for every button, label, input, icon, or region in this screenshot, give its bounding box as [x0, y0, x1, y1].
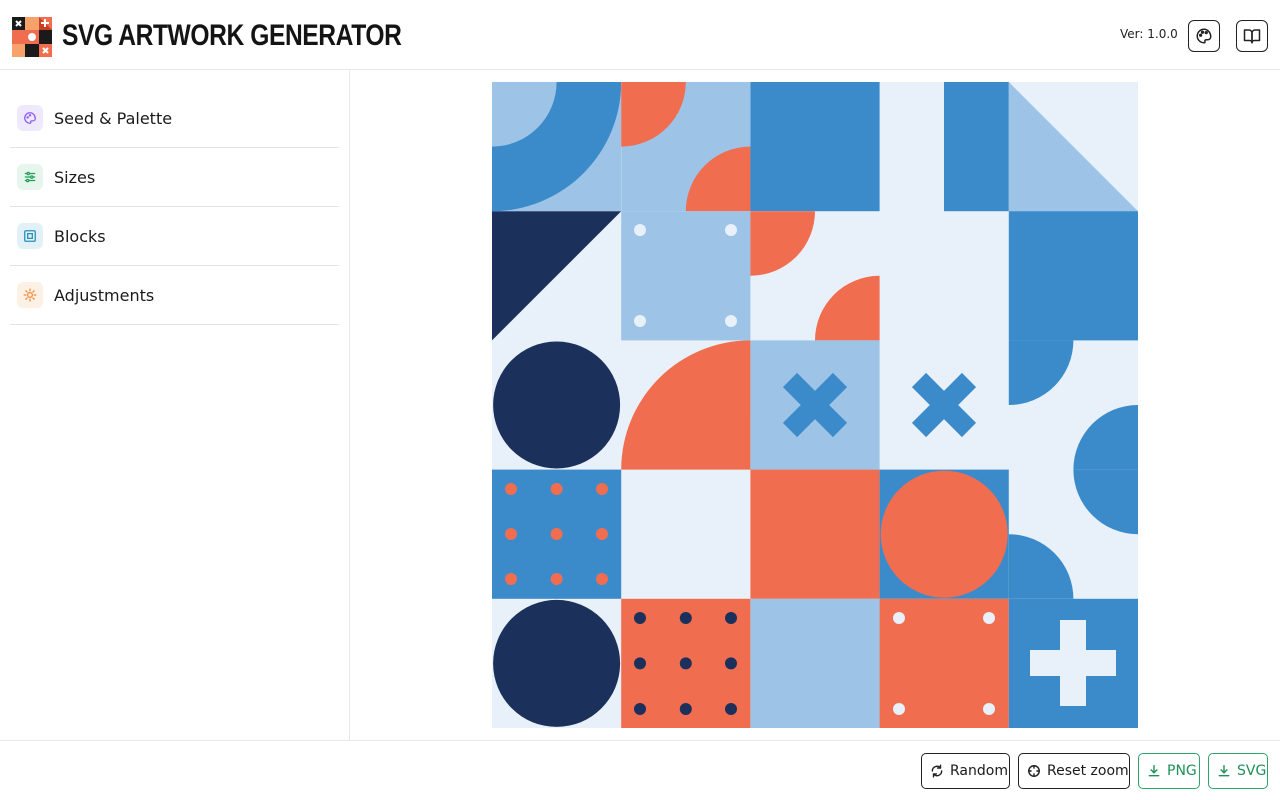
sidebar: Seed & Palette Sizes Blocks Adjustments: [0, 70, 350, 740]
block-blue-square: [1008, 211, 1138, 341]
block-navy-circle: [493, 341, 621, 469]
sidebar-item-label: Sizes: [54, 167, 96, 187]
download-png-button[interactable]: PNG: [1138, 753, 1200, 789]
block-blue-square: [750, 82, 880, 212]
block-quarter-rings: [492, 82, 622, 212]
palette-button[interactable]: [1188, 20, 1220, 52]
reset-zoom-button[interactable]: Reset zoom: [1018, 753, 1130, 789]
refresh-icon: [931, 764, 943, 778]
adjust-icon: [17, 282, 43, 308]
svg-label: SVG: [1237, 763, 1267, 779]
random-button[interactable]: Random: [921, 753, 1010, 789]
footer-toolbar: Random Reset zoom PNG SVG: [0, 740, 1280, 800]
palette-icon: [17, 105, 43, 131]
sidebar-item-label: Adjustments: [54, 285, 155, 305]
block-white-dots-on-orange: [879, 598, 1009, 728]
sidebar-item-label: Blocks: [54, 226, 106, 246]
download-svg-button[interactable]: SVG: [1208, 753, 1268, 789]
app-logo: [12, 17, 52, 57]
png-label: PNG: [1167, 763, 1197, 779]
block-navy-circle: [493, 599, 621, 727]
random-label: Random: [950, 763, 1008, 779]
reset-zoom-label: Reset zoom: [1047, 763, 1129, 779]
block-navy-dots-on-orange: [621, 598, 751, 728]
docs-button[interactable]: [1236, 20, 1268, 52]
sidebar-item-sizes[interactable]: Sizes: [10, 148, 339, 207]
palette-icon: [1196, 28, 1212, 44]
block-blue-x-on-light: [750, 340, 880, 470]
sidebar-item-label: Seed & Palette: [54, 108, 173, 128]
artwork-canvas[interactable]: [492, 82, 1138, 728]
sidebar-item-adjustments[interactable]: Adjustments: [10, 266, 339, 325]
book-icon: [1243, 29, 1261, 44]
app-title: SVG ARTWORK GENERATOR: [62, 19, 402, 52]
crosshair-icon: [1028, 765, 1040, 777]
block-blue-bar: [944, 82, 1009, 212]
sidebar-item-blocks[interactable]: Blocks: [10, 207, 339, 266]
download-icon: [1148, 765, 1160, 777]
block-plus-on-blue: [1008, 598, 1138, 728]
version-label: Ver: 1.0.0: [1120, 27, 1178, 41]
block-orange-circle-on-blue: [879, 469, 1009, 599]
download-icon: [1218, 765, 1230, 777]
blocks-icon: [17, 223, 43, 249]
block-orange-dots-on-blue: [492, 469, 622, 599]
block-dots-light: [621, 211, 751, 341]
block-light-blue-square: [750, 598, 880, 728]
block-orange-square: [750, 469, 880, 599]
canvas-area[interactable]: [350, 70, 1280, 740]
sliders-icon: [17, 164, 43, 190]
sidebar-item-seed-palette[interactable]: Seed & Palette: [10, 89, 339, 148]
app-header: SVG ARTWORK GENERATOR Ver: 1.0.0: [0, 0, 1280, 70]
